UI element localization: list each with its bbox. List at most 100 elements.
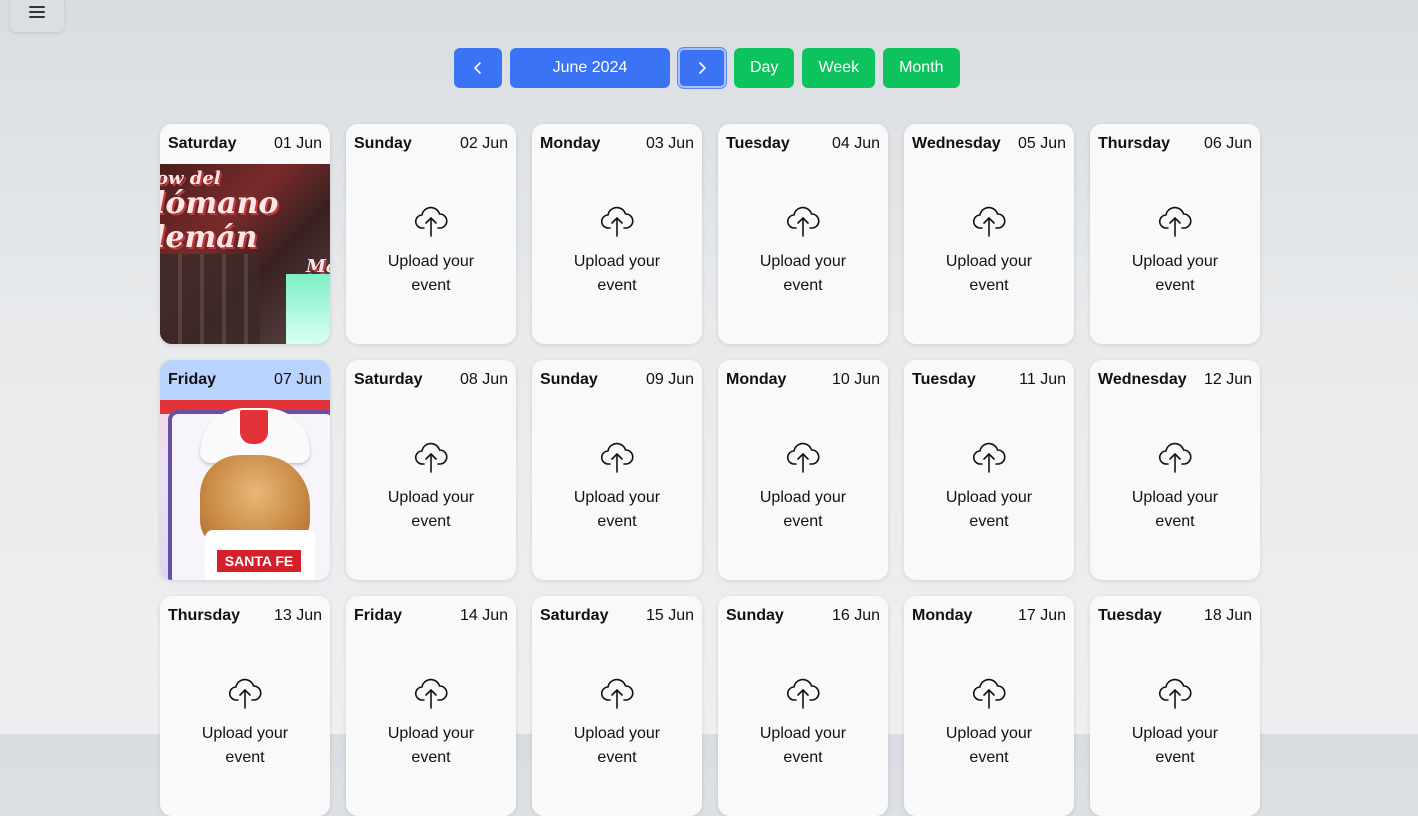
day-card[interactable]: Tuesday 04 Jun Upload your event — [718, 124, 888, 344]
cloud-upload-icon — [414, 206, 448, 237]
event-image[interactable]: SANTA FE — [160, 400, 330, 580]
day-date: 13 Jun — [273, 607, 322, 624]
cloud-upload-icon — [228, 678, 262, 709]
day-card-header: Thursday 13 Jun — [160, 596, 330, 636]
cloud-upload-icon — [786, 206, 820, 237]
day-date: 12 Jun — [1203, 371, 1252, 388]
view-month-button[interactable]: Month — [883, 48, 960, 88]
next-month-button[interactable] — [678, 48, 726, 88]
day-date: 03 Jun — [645, 135, 694, 152]
calendar-grid: Saturday01 Junow dellómanolemánMaSunday0… — [160, 124, 1260, 816]
day-card[interactable]: Sunday 09 Jun Upload your event — [532, 360, 702, 580]
day-card-header: Tuesday 11 Jun — [904, 360, 1074, 400]
day-card[interactable]: Monday 17 Jun Upload your event — [904, 596, 1074, 816]
upload-label: Upload your event — [573, 489, 661, 530]
day-card[interactable]: Friday 07 Jun SANTA FE — [160, 360, 330, 580]
upload-area[interactable]: Upload your event — [532, 164, 702, 344]
upload-label: Upload your event — [1131, 725, 1219, 766]
day-card-header: Friday 07 Jun — [160, 360, 330, 400]
upload-label: Upload your event — [387, 725, 475, 766]
day-date: 07 Jun — [273, 371, 322, 388]
upload-area[interactable]: Upload your event — [346, 400, 516, 580]
day-card-header: Saturday 15 Jun — [532, 596, 702, 636]
upload-area[interactable]: Upload your event — [1090, 400, 1260, 580]
cloud-upload-icon — [1158, 442, 1192, 473]
day-card[interactable]: Sunday 16 Jun Upload your event — [718, 596, 888, 816]
day-card[interactable]: Sunday 02 Jun Upload your event — [346, 124, 516, 344]
day-name: Tuesday — [1098, 607, 1162, 624]
day-card[interactable]: Monday 10 Jun Upload your event — [718, 360, 888, 580]
day-card[interactable]: Monday 03 Jun Upload your event — [532, 124, 702, 344]
day-card-header: Friday 14 Jun — [346, 596, 516, 636]
event-poster: SANTA FE — [160, 400, 330, 580]
view-day-button[interactable]: Day — [734, 48, 795, 88]
day-date: 14 Jun — [459, 607, 508, 624]
upload-area[interactable]: Upload your event — [904, 164, 1074, 344]
day-card[interactable]: Saturday 08 Jun Upload your event — [346, 360, 516, 580]
day-name: Monday — [540, 135, 601, 152]
upload-area[interactable]: Upload your event — [718, 636, 888, 816]
day-card-header: Thursday 06 Jun — [1090, 124, 1260, 164]
event-flyer: ow dellómanolemánMa — [160, 164, 330, 344]
day-date: 15 Jun — [645, 607, 694, 624]
day-name: Sunday — [540, 371, 598, 388]
shirt-text: SANTA FE — [217, 550, 301, 572]
upload-area[interactable]: Upload your event — [904, 636, 1074, 816]
day-card[interactable]: Friday 14 Jun Upload your event — [346, 596, 516, 816]
upload-area[interactable]: Upload your event — [1090, 636, 1260, 816]
day-card[interactable]: Tuesday 11 Jun Upload your event — [904, 360, 1074, 580]
day-card[interactable]: Saturday01 Junow dellómanolemánMa — [160, 124, 330, 344]
hamburger-menu-icon — [29, 6, 45, 18]
upload-label: Upload your event — [759, 489, 847, 530]
upload-label: Upload your event — [1131, 253, 1219, 294]
cloud-upload-icon — [414, 442, 448, 473]
upload-area[interactable]: Upload your event — [1090, 164, 1260, 344]
view-week-button[interactable]: Week — [802, 48, 876, 88]
flyer-screen — [286, 274, 330, 344]
day-card[interactable]: Thursday 13 Jun Upload your event — [160, 596, 330, 816]
day-card[interactable]: Saturday 15 Jun Upload your event — [532, 596, 702, 816]
day-name: Tuesday — [912, 371, 976, 388]
cloud-upload-icon — [972, 206, 1006, 237]
month-label-button[interactable]: June 2024 — [510, 48, 670, 88]
chevron-right-icon — [699, 62, 706, 74]
day-card[interactable]: Wednesday 12 Jun Upload your event — [1090, 360, 1260, 580]
day-card[interactable]: Tuesday 18 Jun Upload your event — [1090, 596, 1260, 816]
upload-area[interactable]: Upload your event — [532, 400, 702, 580]
flyer-text: Ma — [306, 256, 330, 277]
day-name: Saturday — [540, 607, 609, 624]
day-name: Friday — [354, 607, 403, 624]
day-card-header: Saturday 08 Jun — [346, 360, 516, 400]
day-card-header: Sunday 02 Jun — [346, 124, 516, 164]
flyer-background — [160, 254, 260, 344]
day-card[interactable]: Wednesday 05 Jun Upload your event — [904, 124, 1074, 344]
upload-label: Upload your event — [573, 725, 661, 766]
upload-label: Upload your event — [573, 253, 661, 294]
upload-area[interactable]: Upload your event — [160, 636, 330, 816]
day-name: Wednesday — [912, 135, 1001, 152]
flyer-text: lómano — [160, 186, 279, 221]
upload-area[interactable]: Upload your event — [532, 636, 702, 816]
upload-area[interactable]: Upload your event — [346, 164, 516, 344]
cloud-upload-icon — [972, 678, 1006, 709]
day-card-header: Wednesday 12 Jun — [1090, 360, 1260, 400]
day-name: Sunday — [726, 607, 784, 624]
day-name: Monday — [726, 371, 787, 388]
event-image[interactable]: ow dellómanolemánMa — [160, 164, 330, 344]
day-card-header: Tuesday 04 Jun — [718, 124, 888, 164]
menu-button[interactable] — [10, 0, 64, 32]
prev-month-button[interactable] — [454, 48, 502, 88]
upload-label: Upload your event — [759, 725, 847, 766]
day-name: Thursday — [1098, 135, 1171, 152]
upload-area[interactable]: Upload your event — [346, 636, 516, 816]
day-card-header: Monday 17 Jun — [904, 596, 1074, 636]
day-card[interactable]: Thursday 06 Jun Upload your event — [1090, 124, 1260, 344]
upload-area[interactable]: Upload your event — [718, 164, 888, 344]
upload-label: Upload your event — [945, 725, 1033, 766]
chevron-left-icon — [474, 62, 481, 74]
cloud-upload-icon — [600, 678, 634, 709]
day-date: 17 Jun — [1017, 607, 1066, 624]
upload-area[interactable]: Upload your event — [718, 400, 888, 580]
upload-area[interactable]: Upload your event — [904, 400, 1074, 580]
day-name: Monday — [912, 607, 973, 624]
